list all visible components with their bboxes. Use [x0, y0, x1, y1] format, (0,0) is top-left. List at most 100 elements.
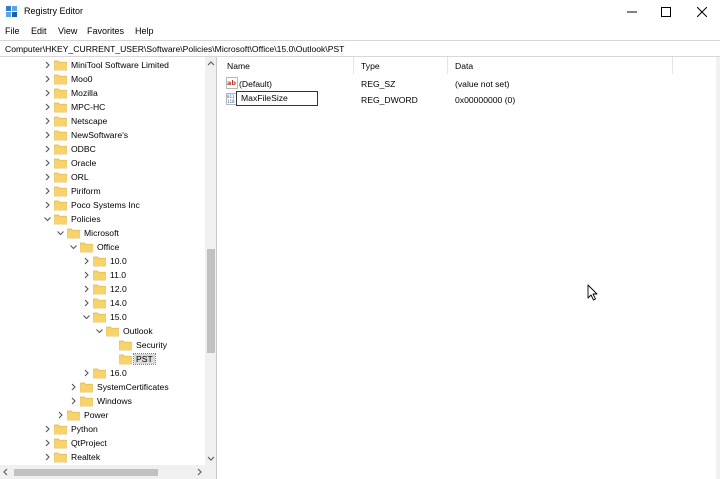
value-row-default[interactable]: ab (Default) REG_SZ (value not set)	[220, 76, 700, 91]
tree-item[interactable]: Mozilla	[0, 86, 205, 100]
tree-item[interactable]: 12.0	[0, 282, 205, 296]
chevron-down-icon[interactable]	[69, 242, 78, 252]
tree-item[interactable]: Windows	[0, 394, 205, 408]
chevron-right-icon[interactable]	[43, 186, 52, 196]
folder-icon	[54, 438, 67, 449]
scroll-down-icon[interactable]	[205, 453, 217, 465]
chevron-right-icon[interactable]	[56, 410, 65, 420]
tree-item[interactable]: Realtek	[0, 450, 205, 464]
chevron-right-icon[interactable]	[43, 452, 52, 462]
column-header-name[interactable]: Name	[220, 57, 354, 74]
folder-icon	[54, 452, 67, 463]
tree-item-label: ORL	[71, 172, 89, 182]
chevron-right-icon[interactable]	[82, 284, 91, 294]
chevron-right-icon[interactable]	[43, 200, 52, 210]
tree-item-label: Oracle	[71, 158, 97, 168]
tree-item-label: NewSoftware's	[71, 130, 129, 140]
folder-icon	[54, 186, 67, 197]
address-path[interactable]: Computer\HKEY_CURRENT_USER\Software\Poli…	[5, 44, 344, 54]
chevron-down-icon[interactable]	[95, 326, 104, 336]
tree-item[interactable]: 11.0	[0, 268, 205, 282]
values-list[interactable]: Name Type Data ab (Default) REG_SZ (valu…	[220, 57, 720, 479]
chevron-right-icon[interactable]	[43, 144, 52, 154]
chevron-right-icon[interactable]	[43, 438, 52, 448]
column-header-type[interactable]: Type	[354, 57, 448, 74]
tree-item-label: 16.0	[110, 368, 127, 378]
chevron-down-icon[interactable]	[82, 312, 91, 322]
chevron-right-icon[interactable]	[82, 270, 91, 280]
tree-item-label: Mozilla	[71, 88, 98, 98]
tree-item[interactable]: Python	[0, 422, 205, 436]
tree-vertical-scrollbar[interactable]	[205, 57, 217, 465]
tree-horizontal-scrollbar[interactable]	[0, 465, 205, 479]
tree-item[interactable]: 14.0	[0, 296, 205, 310]
scroll-right-icon[interactable]	[193, 466, 205, 478]
tree-item-label: Outlook	[123, 326, 153, 336]
tree-item[interactable]: 16.0	[0, 366, 205, 380]
tree-item[interactable]: MPC-HC	[0, 100, 205, 114]
scroll-up-icon[interactable]	[205, 57, 217, 69]
menu-help[interactable]: Help	[135, 26, 154, 36]
column-data-label: Data	[455, 61, 474, 71]
chevron-right-icon[interactable]	[43, 424, 52, 434]
chevron-right-icon[interactable]	[69, 396, 78, 406]
tree-item[interactable]: ORL	[0, 170, 205, 184]
chevron-right-icon[interactable]	[43, 74, 52, 84]
minimize-button[interactable]	[614, 0, 650, 24]
tree-vertical-scroll-thumb[interactable]	[207, 249, 215, 353]
menu-favorites[interactable]: Favorites	[87, 26, 124, 36]
scroll-left-icon[interactable]	[0, 466, 12, 478]
tree-item[interactable]: Policies	[0, 212, 205, 226]
folder-icon	[54, 102, 67, 113]
tree-item[interactable]: Poco Systems Inc	[0, 198, 205, 212]
address-bar[interactable]: Computer\HKEY_CURRENT_USER\Software\Poli…	[0, 40, 720, 57]
tree-item[interactable]: Microsoft	[0, 226, 205, 240]
tree-item[interactable]: PST	[0, 352, 205, 366]
folder-icon	[93, 298, 106, 309]
column-header-data[interactable]: Data	[448, 57, 673, 74]
tree-item-label: Power	[84, 410, 109, 420]
tree-item-label: Python	[71, 424, 98, 434]
folder-icon	[80, 396, 93, 407]
value-row-maxfilesize[interactable]: 011 110 MaxFileSize REG_DWORD 0x00000000…	[220, 91, 700, 107]
tree-item[interactable]: 15.0	[0, 310, 205, 324]
chevron-right-icon[interactable]	[43, 172, 52, 182]
tree-item[interactable]: Outlook	[0, 324, 205, 338]
chevron-down-icon[interactable]	[43, 214, 52, 224]
close-button[interactable]	[684, 0, 720, 24]
tree-item[interactable]: MiniTool Software Limited	[0, 58, 205, 72]
chevron-right-icon[interactable]	[43, 102, 52, 112]
chevron-right-icon[interactable]	[82, 368, 91, 378]
menu-edit[interactable]: Edit	[31, 26, 47, 36]
tree-item-label: PST	[133, 353, 156, 365]
menu-view[interactable]: View	[58, 26, 77, 36]
tree-item[interactable]: Moo0	[0, 72, 205, 86]
chevron-right-icon[interactable]	[43, 88, 52, 98]
chevron-right-icon[interactable]	[69, 382, 78, 392]
tree-item[interactable]: QtProject	[0, 436, 205, 450]
key-tree[interactable]: MiniTool Software Limited Moo0 Mozilla MPC-…	[0, 57, 217, 479]
chevron-right-icon[interactable]	[43, 158, 52, 168]
rename-value-input[interactable]: MaxFileSize	[236, 91, 318, 106]
tree-horizontal-scroll-thumb[interactable]	[14, 469, 158, 476]
chevron-right-icon[interactable]	[43, 130, 52, 140]
tree-item-label: Office	[97, 242, 120, 252]
tree-item[interactable]: NewSoftware's	[0, 128, 205, 142]
chevron-right-icon[interactable]	[43, 116, 52, 126]
tree-item[interactable]: SystemCertificates	[0, 380, 205, 394]
maximize-button[interactable]	[648, 0, 684, 24]
tree-item[interactable]: Piriform	[0, 184, 205, 198]
chevron-right-icon[interactable]	[82, 298, 91, 308]
tree-item[interactable]: Security	[0, 338, 205, 352]
chevron-right-icon[interactable]	[43, 60, 52, 70]
chevron-right-icon[interactable]	[82, 256, 91, 266]
tree-item[interactable]: ODBC	[0, 142, 205, 156]
tree-item[interactable]: Netscape	[0, 114, 205, 128]
tree-item[interactable]: Oracle	[0, 156, 205, 170]
menu-file[interactable]: File	[5, 26, 20, 36]
tree-item[interactable]: 10.0	[0, 254, 205, 268]
chevron-down-icon[interactable]	[56, 228, 65, 238]
tree-item[interactable]: Office	[0, 240, 205, 254]
window-title: Registry Editor	[24, 6, 84, 16]
tree-item[interactable]: Power	[0, 408, 205, 422]
